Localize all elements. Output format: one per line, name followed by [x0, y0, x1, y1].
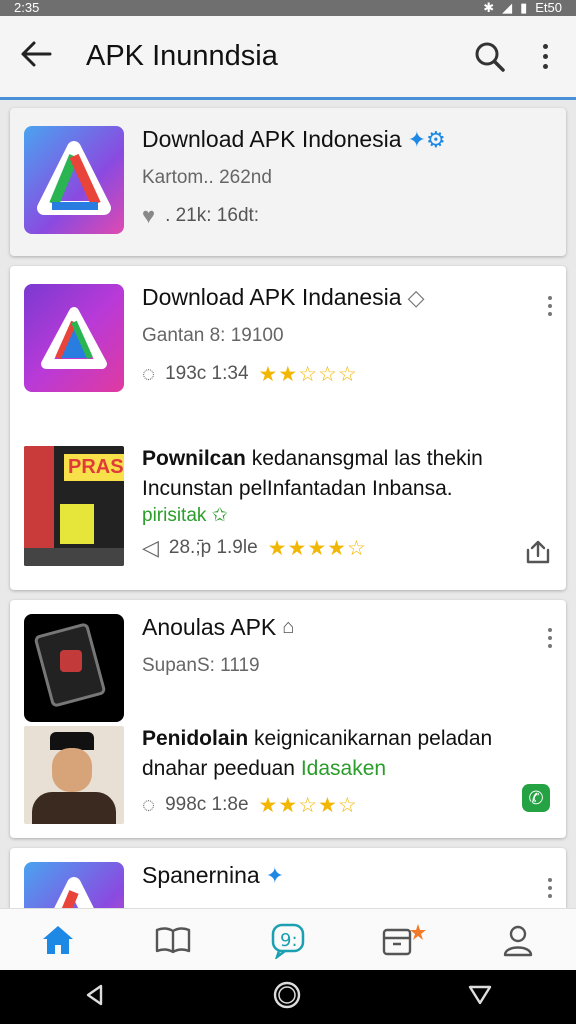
stat-text: . 21k: 16dt: — [165, 205, 260, 226]
back-icon[interactable] — [83, 983, 107, 1012]
post-tag[interactable]: pirisitak — [142, 505, 206, 526]
app-card[interactable]: Download APK Indanesia ◇ Gantan 8: 19100 … — [10, 266, 566, 590]
post-title-bold: Penidolain — [142, 727, 249, 750]
search-icon[interactable] — [470, 37, 510, 77]
rating-stars: ★★☆☆☆ — [258, 362, 358, 386]
home-badge-icon: ⌂ — [282, 616, 295, 638]
rating-stars: ★★☆★☆ — [258, 793, 358, 817]
card-menu-icon[interactable] — [548, 296, 552, 316]
profile-icon[interactable] — [488, 915, 548, 965]
svg-text:9:: 9: — [280, 930, 298, 951]
repost-icon[interactable]: ◁ — [142, 535, 159, 561]
post-line2: dnahar peeduan — [142, 757, 295, 780]
comment-icon[interactable]: ◌ — [142, 361, 155, 387]
verified-badge-icon: ✦⚙ — [407, 126, 446, 152]
app-card[interactable]: Anoulas APK ⌂ SupanS: 1119 Penidolain kei… — [10, 600, 566, 838]
heart-icon[interactable]: ♥ — [142, 203, 155, 229]
app-logo-icon — [24, 862, 124, 908]
card-menu-icon[interactable] — [548, 878, 552, 898]
app-logo-icon — [24, 126, 124, 234]
home-circle-icon[interactable] — [272, 980, 302, 1015]
tag-icon: ◇ — [407, 284, 425, 310]
post-title-rest: kedanansgmal las thekin — [245, 447, 483, 470]
post-avatar — [24, 726, 124, 824]
book-icon[interactable] — [143, 915, 203, 965]
app-title: Spanernina — [142, 862, 260, 888]
feed: Download APK Indonesia ✦⚙ Kartom.. 262nd … — [0, 103, 576, 908]
post-thumbnail: PRASI — [24, 446, 124, 566]
post-title-bold: Pownilcan — [142, 447, 246, 470]
inbox-icon[interactable] — [373, 915, 433, 965]
status-time: 2:35 — [14, 0, 40, 15]
app-subtitle: Kartom.. 262nd — [142, 167, 272, 188]
stat-text: 998c 1:8e — [165, 794, 249, 815]
stat-text: 28.;̄p 1.9le — [168, 537, 258, 558]
star-badge-icon: ✩ — [211, 505, 228, 526]
post-tag[interactable]: Idasaken — [301, 757, 386, 780]
app-title: Download APK Indonesia — [142, 126, 402, 152]
app-title: Download APK Indanesia — [142, 284, 402, 310]
app-card[interactable]: Spanernina ✦ — [10, 848, 566, 908]
whatsapp-icon[interactable]: ✆ — [522, 784, 550, 812]
app-subtitle: Gantan 8: 19100 — [142, 325, 284, 346]
chat-icon[interactable]: 9: — [258, 915, 318, 965]
battery-icon: ▮ — [520, 0, 528, 15]
post-title-rest: keignicanikarnan peladan — [248, 727, 493, 750]
thumbnail-sign: PRASI — [64, 454, 124, 481]
stat-text: 193c 1:34 — [165, 363, 249, 384]
app-logo-icon — [24, 284, 124, 392]
app-subtitle: SupanS: 1119 — [142, 655, 260, 676]
home-icon[interactable] — [28, 915, 88, 965]
app-bar: APK Inunndsia — [0, 16, 576, 100]
recents-triangle-icon[interactable] — [467, 983, 493, 1012]
back-arrow-icon[interactable] — [20, 40, 60, 74]
more-options-icon[interactable] — [540, 44, 550, 69]
bluetooth-icon: ✱ — [483, 0, 495, 15]
post-line2: Incunstan pelInfantadan Inbansa. — [142, 477, 453, 500]
status-bar: 2:35 ✱ ◢ ▮ Et50 — [0, 0, 576, 16]
verified-badge-icon: ✦ — [265, 862, 285, 888]
app-logo-icon — [24, 614, 124, 722]
share-icon[interactable] — [524, 538, 552, 571]
battery-text: Et50 — [535, 0, 562, 15]
bottom-nav: 9: — [0, 908, 576, 970]
system-nav-bar — [0, 970, 576, 1024]
signal-icon: ◢ — [502, 0, 513, 15]
comment-icon[interactable]: ◌ — [142, 792, 155, 818]
card-menu-icon[interactable] — [548, 628, 552, 648]
app-title: Anoulas APK — [142, 614, 277, 640]
app-card[interactable]: Download APK Indonesia ✦⚙ Kartom.. 262nd … — [10, 108, 566, 256]
rating-stars: ★★★★☆ — [267, 536, 367, 560]
page-title: APK Inunndsia — [86, 40, 278, 72]
